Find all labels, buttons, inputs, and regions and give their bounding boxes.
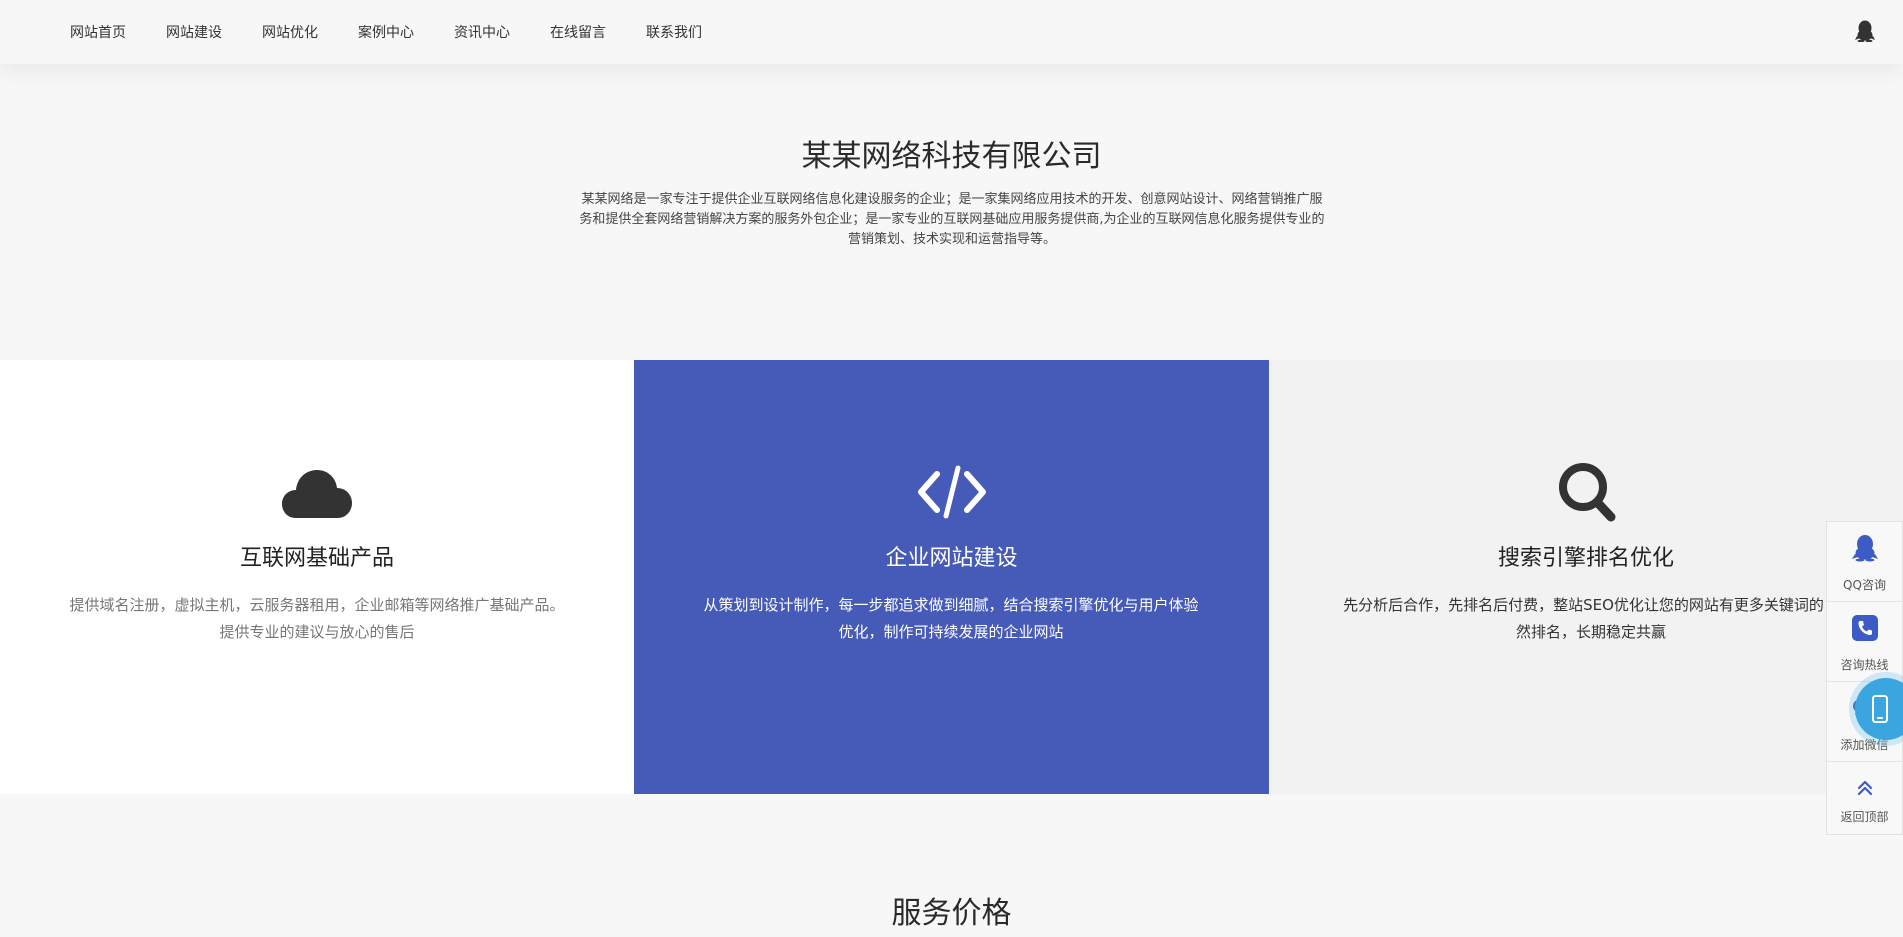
qq-penguin-icon — [1851, 534, 1879, 562]
feature-description: 提供域名注册，虚拟主机，云服务器租用，企业邮箱等网络推广基础产品。提供专业的建议… — [69, 596, 565, 641]
toolbar-qq-consult[interactable]: QQ咨询 — [1827, 522, 1902, 602]
nav-item-news[interactable]: 资讯中心 — [454, 22, 510, 42]
feature-title: 互联网基础产品 — [239, 546, 394, 571]
nav-item-message[interactable]: 在线留言 — [550, 22, 606, 42]
company-description: 某某网络是一家专注于提供企业互联网络信息化建设服务的企业；是一家集网络应用技术的… — [579, 192, 1325, 247]
feature-title: 企业网站建设 — [885, 546, 1018, 571]
toolbar-back-to-top[interactable]: 返回顶部 — [1827, 762, 1902, 834]
qq-penguin-icon[interactable] — [1855, 20, 1875, 43]
nav-item-website-building[interactable]: 网站建设 — [166, 22, 222, 42]
feature-title: 搜索引擎排名优化 — [1497, 546, 1674, 571]
code-icon — [915, 460, 989, 524]
search-icon — [1549, 460, 1623, 524]
top-navigation-bar: 网站首页 网站建设 网站优化 案例中心 资讯中心 在线留言 联系我们 — [0, 0, 1903, 64]
feature-card-infrastructure[interactable]: 互联网基础产品 提供域名注册，虚拟主机，云服务器租用，企业邮箱等网络推广基础产品… — [0, 360, 634, 794]
toolbar-hotline[interactable]: 咨询热线 — [1827, 602, 1902, 682]
double-chevron-up-icon — [1851, 774, 1879, 802]
pricing-section-title: 服务价格 — [891, 896, 1012, 931]
nav-item-contact[interactable]: 联系我们 — [646, 22, 702, 42]
cloud-icon — [280, 460, 354, 524]
toolbar-label: 咨询热线 — [1840, 658, 1889, 672]
nav-item-home[interactable]: 网站首页 — [70, 22, 126, 42]
main-menu: 网站首页 网站建设 网站优化 案例中心 资讯中心 在线留言 联系我们 — [70, 22, 742, 42]
toolbar-label: QQ咨询 — [1843, 578, 1886, 592]
nav-item-website-optimization[interactable]: 网站优化 — [262, 22, 318, 42]
feature-description: 先分析后合作，先排名后付费，整站SEO优化让您的网站有更多关键词的自然排名，长期… — [1343, 596, 1839, 641]
feature-description: 从策划到设计制作，每一步都追求做到细腻，结合搜索引擎优化与用户体验优化，制作可持… — [703, 596, 1199, 641]
company-title: 某某网络科技有限公司 — [801, 139, 1102, 174]
nav-item-cases[interactable]: 案例中心 — [358, 22, 414, 42]
feature-card-website-building[interactable]: 企业网站建设 从策划到设计制作，每一步都追求做到细腻，结合搜索引擎优化与用户体验… — [634, 360, 1269, 794]
mobile-phone-icon — [1872, 695, 1888, 723]
features-section: 互联网基础产品 提供域名注册，虚拟主机，云服务器租用，企业邮箱等网络推广基础产品… — [0, 360, 1903, 794]
phone-icon — [1851, 614, 1879, 642]
feature-card-seo[interactable]: 搜索引擎排名优化 先分析后合作，先排名后付费，整站SEO优化让您的网站有更多关键… — [1269, 360, 1903, 794]
toolbar-label: 返回顶部 — [1840, 810, 1889, 824]
company-intro-section: 某某网络科技有限公司 某某网络是一家专注于提供企业互联网络信息化建设服务的企业；… — [0, 64, 1903, 360]
